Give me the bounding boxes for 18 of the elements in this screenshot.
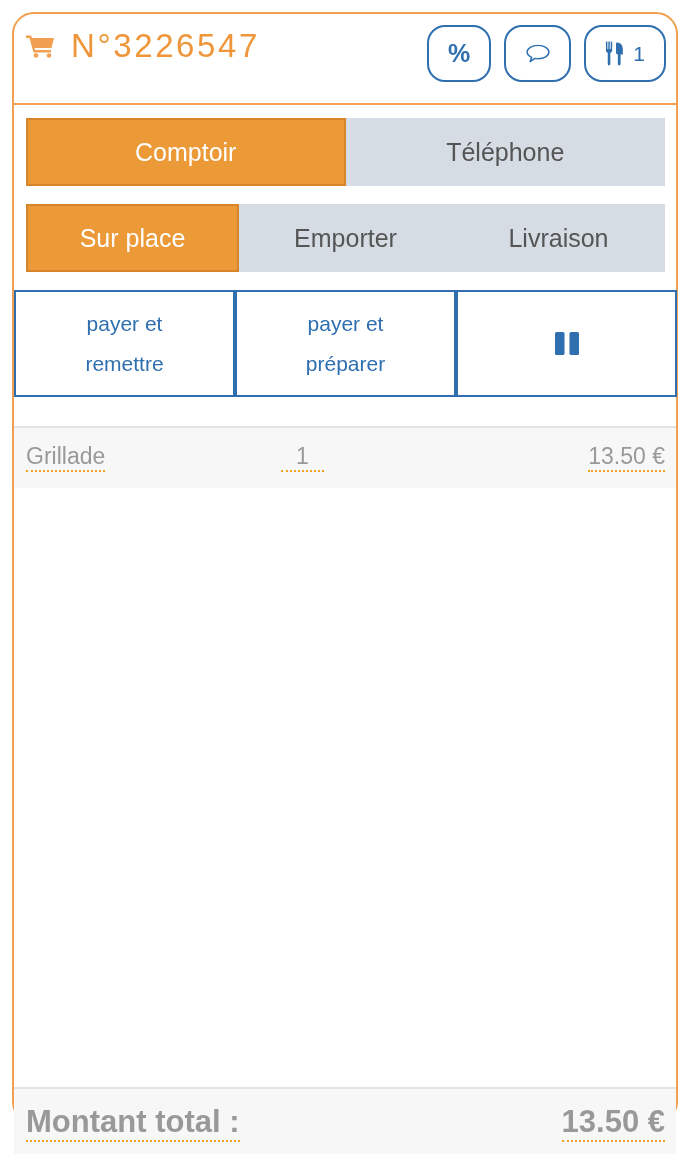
channel-tab[interactable]: Téléphone [345,118,665,186]
covers-button[interactable]: 1 [584,25,666,82]
pause-button[interactable] [456,290,677,397]
item-name: Grillade [26,444,106,472]
total-amount: 13.50 € [561,1105,665,1142]
item-quantity: 1 [281,444,324,472]
total-label: Montant total : [26,1105,240,1142]
pay-action-button[interactable]: payer et remettre [14,290,235,397]
pause-icon [554,332,579,355]
speech-bubble-icon [525,44,550,63]
order-number: N°3226547 [71,29,260,62]
discount-button[interactable]: % [427,25,491,82]
pay-action-button[interactable]: payer et préparer [235,290,456,397]
comment-button[interactable] [504,25,571,82]
service-tab[interactable]: Livraison [452,204,665,272]
cart-icon [26,33,55,58]
item-price: 13.50 € [588,444,665,472]
service-tab[interactable]: Emporter [239,204,452,272]
